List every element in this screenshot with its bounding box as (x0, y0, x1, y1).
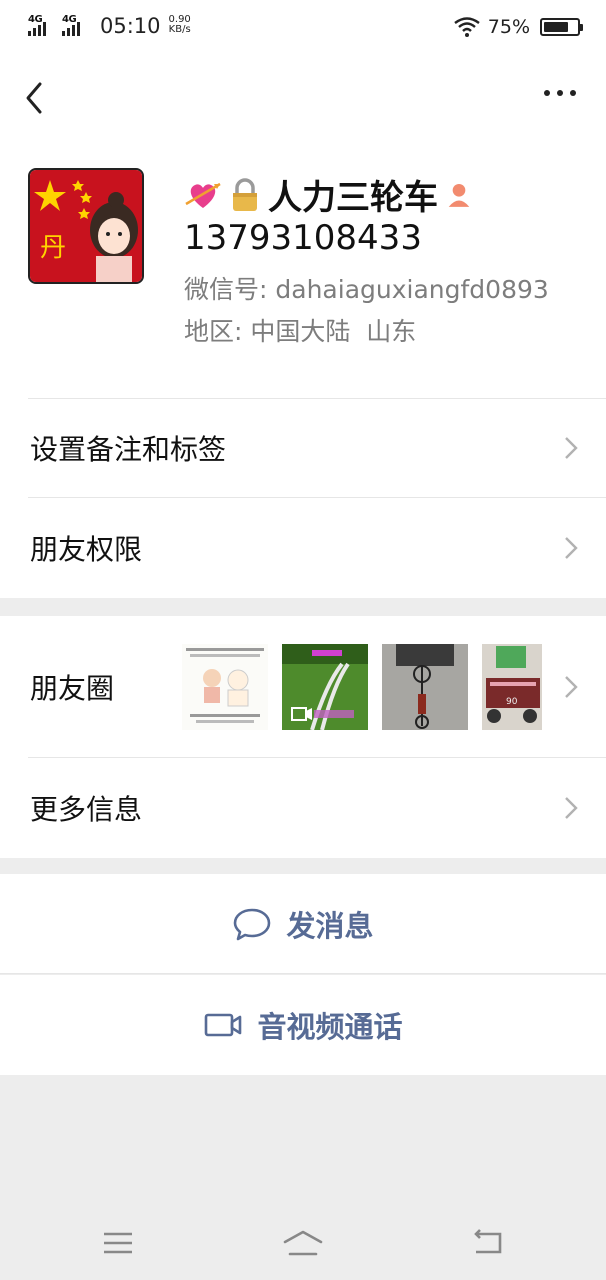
moments-label: 朋友圈 (30, 672, 115, 705)
wechat-id-row: 微信号: dahaiaguxiangfd0893 (184, 270, 549, 306)
name-row: 人力三轮车 (184, 170, 478, 219)
video-camera-icon (205, 1013, 242, 1037)
home-icon[interactable] (282, 1228, 324, 1258)
nav-bar (0, 56, 606, 140)
battery-icon (540, 18, 583, 36)
chevron-right-icon (565, 676, 578, 698)
back-nav-icon[interactable] (470, 1228, 506, 1258)
moments-cell[interactable]: 朋友圈 90 (0, 616, 606, 758)
more-options-icon[interactable] (544, 90, 576, 96)
heart-arrow-icon (185, 182, 221, 208)
thumb4-label: 90 (506, 697, 518, 707)
region-label: 地区: (184, 317, 243, 346)
remark-tags-cell[interactable]: 设置备注和标签 (0, 398, 606, 498)
send-message-label: 发消息 (286, 909, 374, 943)
wechat-id-label: 微信号: (184, 275, 268, 304)
moments-thumb-4: 90 (482, 644, 542, 730)
settings-group: 设置备注和标签 朋友权限 (0, 398, 606, 598)
clock: 05:10 (100, 14, 161, 38)
system-nav-bar (0, 1210, 606, 1280)
moments-thumb-3 (382, 644, 468, 730)
avatar[interactable]: 丹 (28, 168, 144, 284)
network-signal-icon-2: 4G (62, 12, 90, 38)
female-gender-icon (448, 183, 470, 207)
moments-group: 朋友圈 90 更多信息 (0, 616, 606, 858)
svg-text:丹: 丹 (40, 233, 66, 263)
friend-permissions-cell[interactable]: 朋友权限 (0, 498, 606, 598)
chevron-right-icon (565, 537, 578, 559)
chevron-right-icon (565, 797, 578, 819)
moments-thumbnails: 90 (182, 644, 542, 730)
network-signal-icon: 4G (28, 12, 56, 38)
status-bar: 4G 4G 05:10 0.90 KB/s 75% (0, 0, 606, 56)
chat-bubble-icon (234, 908, 271, 941)
more-info-cell[interactable]: 更多信息 (0, 758, 606, 858)
moments-thumb-1 (182, 644, 268, 730)
lock-icon (233, 177, 257, 211)
back-icon[interactable] (22, 78, 48, 118)
chevron-right-icon (565, 437, 578, 459)
speed-unit: KB/s (168, 24, 191, 35)
moments-thumb-2 (282, 644, 368, 730)
wechat-id: dahaiaguxiangfd0893 (275, 275, 549, 304)
contact-name: 人力三轮车 (268, 178, 438, 218)
phone-number: 13793108433 (184, 218, 422, 258)
video-call-button[interactable]: 音视频通话 (0, 975, 606, 1075)
friend-permissions-label: 朋友权限 (30, 533, 143, 566)
region-row: 地区: 中国大陆 山东 (184, 312, 416, 348)
send-message-button[interactable]: 发消息 (0, 874, 606, 974)
region-value: 中国大陆 山东 (250, 317, 417, 346)
more-info-label: 更多信息 (30, 793, 143, 826)
wifi-icon (454, 17, 480, 37)
profile-header: 丹 人力三轮车 13793108433 微信号: dahaiaguxiangfd… (0, 140, 606, 398)
video-call-label: 音视频通话 (257, 1010, 403, 1044)
battery-percent: 75% (487, 16, 530, 38)
remark-tags-label: 设置备注和标签 (30, 433, 227, 466)
network-speed: 0.90 KB/s (169, 15, 191, 35)
menu-icon[interactable] (100, 1228, 136, 1258)
